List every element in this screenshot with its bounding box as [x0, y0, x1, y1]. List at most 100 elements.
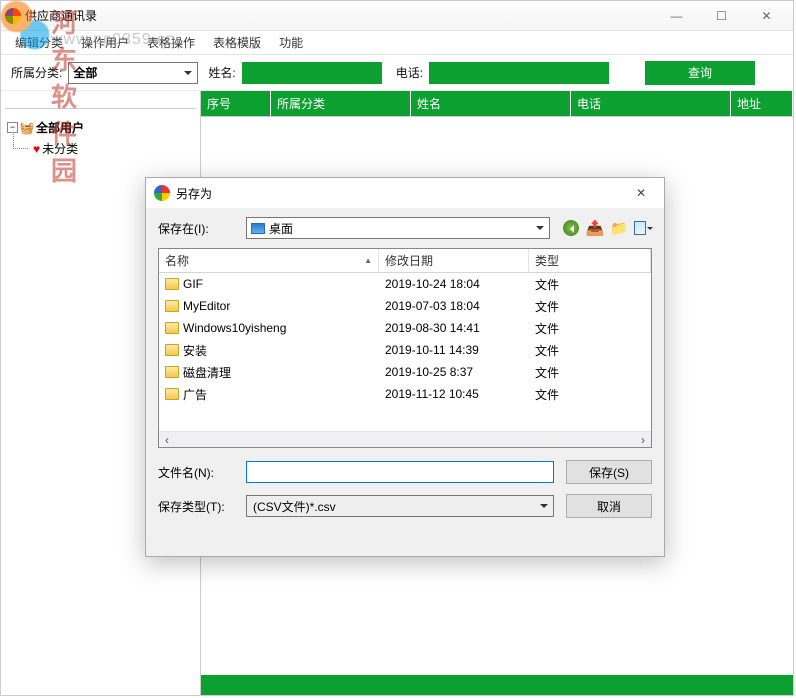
col-phone[interactable]: 电话 [571, 91, 731, 116]
file-listview[interactable]: 名称 修改日期 类型 GIF2019-10-24 18:04文件MyEditor… [158, 248, 652, 448]
file-name: GIF [183, 277, 203, 291]
list-item[interactable]: 磁盘清理 2019-10-25 8:37文件 [159, 361, 651, 383]
filetype-value: (CSV文件)*.csv [253, 498, 336, 515]
folder-icon [165, 366, 179, 378]
scroll-track[interactable] [175, 432, 635, 447]
tree-child[interactable]: ♥ 未分类 [5, 138, 196, 159]
file-date-cell: 2019-08-30 14:41 [379, 321, 529, 335]
cancel-button[interactable]: 取消 [566, 494, 652, 518]
file-name: 广告 [183, 386, 207, 403]
new-folder-icon: 📁 [610, 220, 627, 237]
tree-child-label: 未分类 [42, 140, 78, 157]
file-name-cell: 安装 [159, 342, 379, 359]
save-as-dialog: 另存为 ✕ 保存在(I): 桌面 📤 📁 名称 修改日期 类型 GI [145, 177, 665, 557]
nav-icons: 📤 📁 [562, 219, 652, 237]
list-item[interactable]: 广告 2019-11-12 10:45文件 [159, 383, 651, 405]
folder-icon [165, 300, 179, 312]
menu-operate-user[interactable]: 操作用户 [73, 32, 137, 53]
file-type-cell: 文件 [529, 386, 651, 403]
tree-root-label: 全部用户 [36, 119, 84, 136]
folder-icon [165, 278, 179, 290]
up-folder-icon: 📤 [586, 219, 605, 237]
dialog-titlebar[interactable]: 另存为 ✕ [146, 178, 664, 208]
dialog-bottom: 文件名(N): 保存(S) 保存类型(T): (CSV文件)*.csv 取消 [146, 448, 664, 530]
scroll-right-icon[interactable]: › [635, 432, 651, 447]
scroll-left-icon[interactable]: ‹ [159, 432, 175, 447]
filetype-label: 保存类型(T): [158, 498, 234, 515]
file-type-cell: 文件 [529, 298, 651, 315]
file-date-cell: 2019-10-25 8:37 [379, 365, 529, 379]
dialog-icon [154, 185, 170, 201]
file-type-cell: 文件 [529, 320, 651, 337]
back-icon [563, 220, 579, 236]
menu-table-operate[interactable]: 表格操作 [139, 32, 203, 53]
lv-col-type[interactable]: 类型 [529, 249, 651, 272]
close-button[interactable]: ✕ [744, 2, 789, 30]
file-type-cell: 文件 [529, 364, 651, 381]
window-controls: — ☐ ✕ [654, 2, 789, 30]
up-button[interactable]: 📤 [586, 219, 604, 237]
listview-body[interactable]: GIF2019-10-24 18:04文件MyEditor2019-07-03 … [159, 273, 651, 431]
desktop-icon [251, 223, 265, 234]
menubar: 编辑分类 操作用户 表格操作 表格模版 功能 [1, 31, 793, 55]
tree-root[interactable]: − 🧺 全部用户 [5, 117, 196, 138]
filetype-row: 保存类型(T): (CSV文件)*.csv 取消 [158, 494, 652, 518]
lv-col-name[interactable]: 名称 [159, 249, 379, 272]
main-window: 供应商通讯录 — ☐ ✕ 编辑分类 操作用户 表格操作 表格模版 功能 所属分类… [0, 0, 794, 696]
status-strip [201, 677, 793, 695]
category-combo[interactable]: 全部 [68, 62, 198, 84]
file-date-cell: 2019-07-03 18:04 [379, 299, 529, 313]
back-button[interactable] [562, 219, 580, 237]
filename-input[interactable] [246, 461, 554, 483]
filename-row: 文件名(N): 保存(S) [158, 460, 652, 484]
location-row: 保存在(I): 桌面 📤 📁 [146, 208, 664, 248]
window-title: 供应商通讯录 [25, 7, 97, 24]
location-combo[interactable]: 桌面 [246, 217, 550, 239]
col-name[interactable]: 姓名 [411, 91, 571, 116]
menu-edit-category[interactable]: 编辑分类 [7, 32, 71, 53]
file-name: 磁盘清理 [183, 364, 231, 381]
titlebar-left: 供应商通讯录 [5, 7, 97, 24]
filename-label: 文件名(N): [158, 464, 234, 481]
file-date-cell: 2019-11-12 10:45 [379, 387, 529, 401]
file-name-cell: GIF [159, 277, 379, 291]
folder-icon [165, 388, 179, 400]
file-name-cell: 广告 [159, 386, 379, 403]
location-value: 桌面 [269, 220, 293, 237]
minimize-button[interactable]: — [654, 2, 699, 30]
view-menu-button[interactable] [634, 219, 652, 237]
menu-table-template[interactable]: 表格模版 [205, 32, 269, 53]
new-folder-button[interactable]: 📁 [610, 219, 628, 237]
file-type-cell: 文件 [529, 342, 651, 359]
lv-col-date[interactable]: 修改日期 [379, 249, 529, 272]
category-label: 所属分类: [11, 64, 62, 81]
phone-label: 电话: [396, 64, 423, 81]
filetype-combo[interactable]: (CSV文件)*.csv [246, 495, 554, 517]
titlebar[interactable]: 供应商通讯录 — ☐ ✕ [1, 1, 793, 31]
file-date-cell: 2019-10-11 14:39 [379, 343, 529, 357]
horizontal-scrollbar[interactable]: ‹ › [159, 431, 651, 447]
name-label: 姓名: [208, 64, 235, 81]
app-icon [5, 8, 21, 24]
file-name: Windows10yisheng [183, 321, 286, 335]
category-value: 全部 [73, 64, 97, 81]
col-category[interactable]: 所属分类 [271, 91, 411, 116]
menu-function[interactable]: 功能 [271, 32, 311, 53]
filter-bar: 所属分类: 全部 姓名: 电话: 查询 [1, 55, 793, 91]
folder-icon [165, 344, 179, 356]
file-name: 安装 [183, 342, 207, 359]
list-item[interactable]: 安装 2019-10-11 14:39文件 [159, 339, 651, 361]
phone-input[interactable] [429, 62, 609, 84]
query-button[interactable]: 查询 [645, 61, 755, 85]
list-item[interactable]: MyEditor2019-07-03 18:04文件 [159, 295, 651, 317]
list-item[interactable]: GIF2019-10-24 18:04文件 [159, 273, 651, 295]
maximize-button[interactable]: ☐ [699, 2, 744, 30]
save-button[interactable]: 保存(S) [566, 460, 652, 484]
col-address[interactable]: 地址 [731, 91, 793, 116]
col-seq[interactable]: 序号 [201, 91, 271, 116]
save-in-label: 保存在(I): [158, 220, 234, 237]
list-item[interactable]: Windows10yisheng 2019-08-30 14:41文件 [159, 317, 651, 339]
heart-icon: ♥ [33, 142, 40, 156]
dialog-close-button[interactable]: ✕ [626, 181, 656, 205]
name-input[interactable] [242, 62, 382, 84]
